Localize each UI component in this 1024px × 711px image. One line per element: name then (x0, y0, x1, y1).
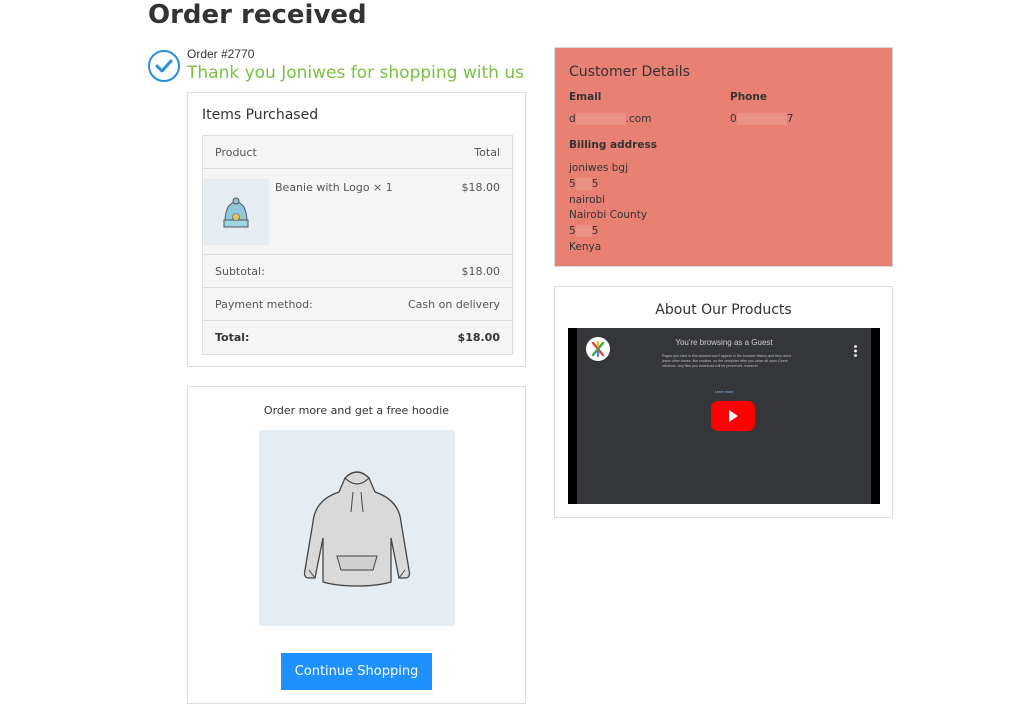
order-items-table: Product Total Beanie with Logo × 1 $18.0… (202, 135, 513, 355)
video-text: Pages you view in this window won't appe… (662, 354, 792, 368)
product-name[interactable]: Beanie with Logo × 1 (275, 181, 393, 194)
redacted-block (575, 177, 592, 190)
email-start: d (569, 113, 576, 125)
beanie-thumbnail (203, 179, 269, 245)
subtotal-value: $18.00 (461, 264, 501, 278)
phone-value: 07 (730, 113, 793, 125)
total-row: Total: $18.00 (203, 321, 512, 354)
email-label: Email (569, 91, 602, 103)
about-products-panel: About Our Products You're browsing as a … (554, 286, 893, 518)
redacted-block (575, 225, 592, 238)
youtube-play-icon[interactable] (711, 401, 755, 431)
address-line2-start: 5 (569, 177, 576, 190)
subtotal-label: Subtotal: (215, 264, 265, 278)
billing-address: joniwes bgj 55 nairobi Nairobi County 55… (569, 161, 647, 256)
promo-panel: Order more and get a free hoodie Continu… (187, 386, 526, 704)
payment-method-row: Payment method: Cash on delivery (203, 288, 512, 321)
hoodie-image (259, 430, 455, 626)
customer-details-title: Customer Details (569, 64, 690, 80)
payment-method-value: Cash on delivery (408, 297, 500, 311)
customer-details-panel: Customer Details Email d .com Phone 07 Bi… (554, 47, 893, 267)
address-city: nairobi (569, 193, 606, 206)
video-player[interactable]: You're browsing as a Guest Pages you vie… (568, 328, 880, 504)
address-postcode-start: 5 (569, 225, 576, 238)
about-products-title: About Our Products (655, 302, 792, 318)
continue-shopping-button[interactable]: Continue Shopping (281, 653, 432, 690)
product-price: $18.00 (461, 181, 501, 194)
address-line2: 55 (569, 177, 647, 193)
items-purchased-title: Items Purchased (202, 107, 319, 123)
page-title: Order received (148, 0, 367, 30)
video-heading: You're browsing as a Guest (675, 338, 773, 347)
redacted-block (575, 113, 626, 125)
phone-end: 7 (786, 113, 794, 125)
video-frame: You're browsing as a Guest Pages you vie… (577, 328, 871, 504)
table-header-row: Product Total (203, 136, 512, 169)
total-value: $18.00 (457, 331, 500, 344)
header-product: Product (215, 145, 257, 159)
total-label: Total: (215, 331, 250, 344)
payment-method-label: Payment method: (215, 297, 313, 311)
order-number: Order #2770 (187, 47, 255, 61)
address-country: Kenya (569, 240, 602, 253)
address-line1: joniwes bgj (569, 162, 629, 174)
redacted-block (736, 113, 787, 125)
address-county: Nairobi County (569, 209, 648, 222)
items-purchased-panel: Items Purchased Product Total Beanie wit… (187, 92, 526, 367)
phone-label: Phone (730, 91, 767, 103)
table-row: Beanie with Logo × 1 $18.00 (203, 169, 512, 255)
promo-text: Order more and get a free hoodie (263, 404, 450, 417)
address-postcode: 55 (569, 224, 647, 240)
check-circle-icon (148, 50, 180, 82)
email-end: .com (625, 113, 652, 125)
more-options-icon[interactable] (854, 344, 857, 357)
billing-address-label: Billing address (569, 139, 657, 151)
email-value: d .com (569, 113, 651, 125)
subtotal-row: Subtotal: $18.00 (203, 255, 512, 288)
header-total: Total (474, 145, 500, 159)
address-postcode-end: 5 (591, 225, 599, 238)
phone-start: 0 (730, 113, 737, 125)
learn-more-link[interactable]: Learn more (577, 390, 871, 394)
thank-you-message: Thank you Joniwes for shopping with us (187, 63, 524, 83)
address-line2-end: 5 (591, 177, 599, 190)
